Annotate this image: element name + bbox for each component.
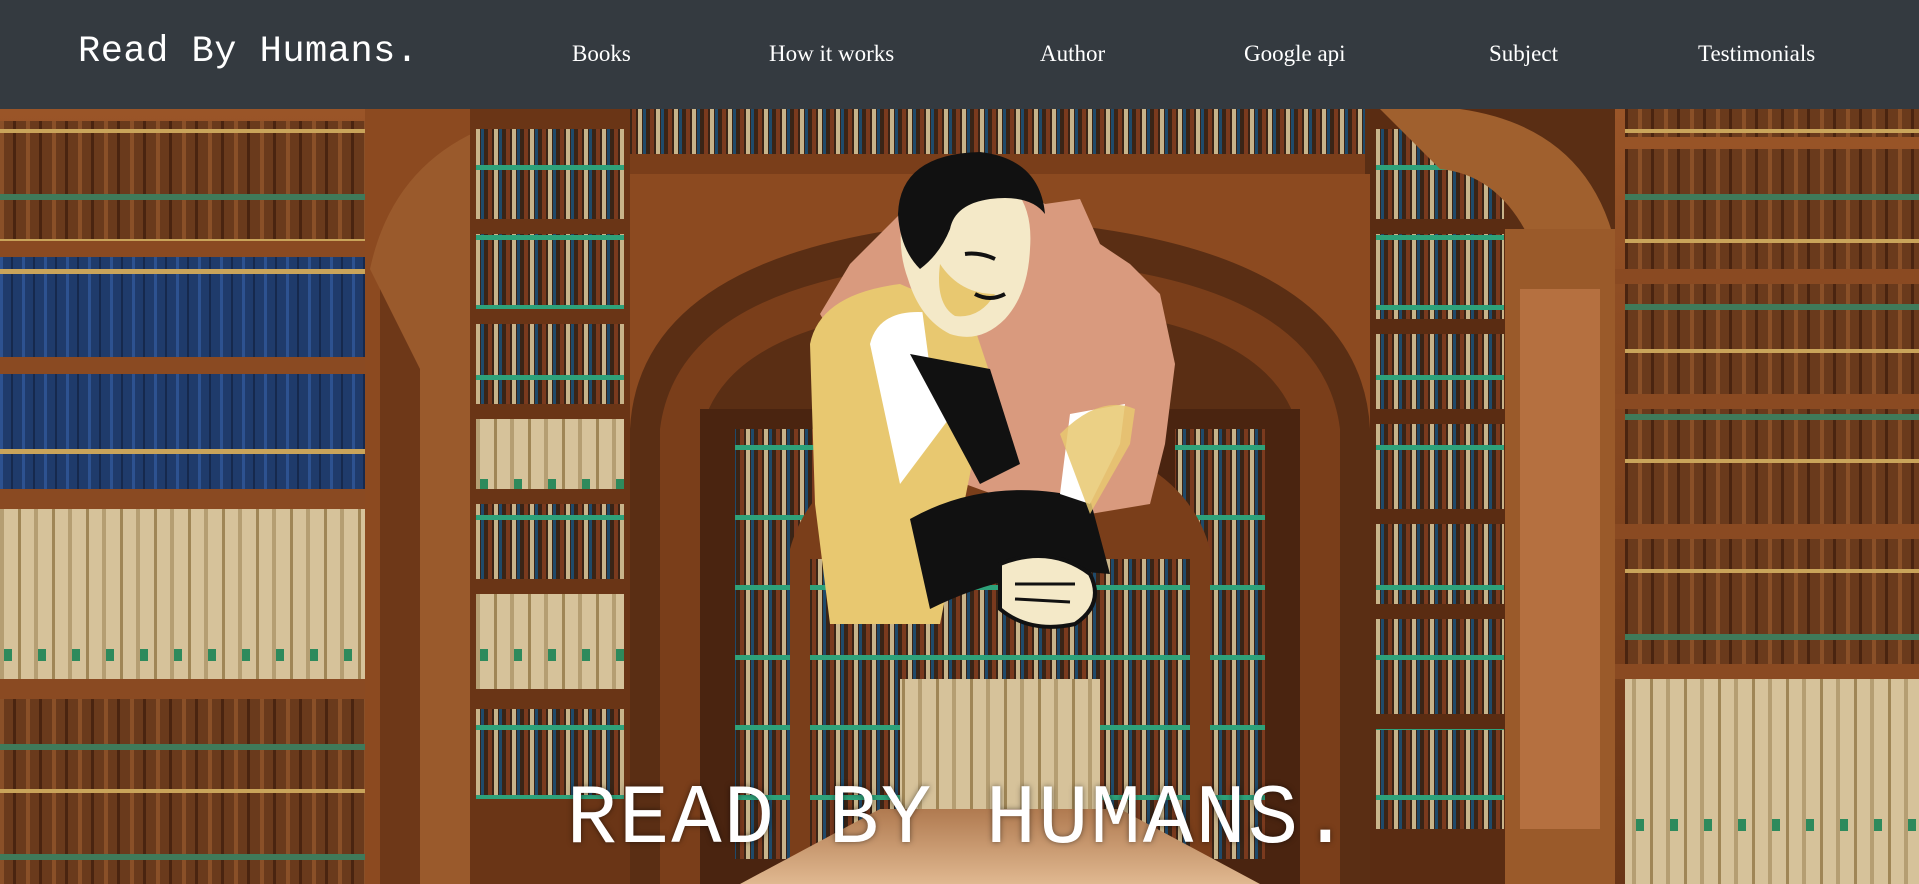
nav-link-testimonials[interactable]: Testimonials [1698, 42, 1815, 65]
top-navbar: Read By Humans. Books How it works Autho… [0, 0, 1919, 109]
nav-link-books[interactable]: Books [572, 42, 631, 65]
hero-title: READ BY HUMANS. [566, 773, 1353, 868]
man-reading-illustration [810, 152, 1175, 629]
brand-logo-link[interactable]: Read By Humans. [78, 34, 419, 71]
nav-link-author[interactable]: Author [1040, 42, 1105, 65]
hero-section: READ BY HUMANS. [0, 109, 1919, 884]
nav-link-google-api[interactable]: Google api [1244, 42, 1346, 65]
nav-link-subject[interactable]: Subject [1489, 42, 1558, 65]
nav-link-how-it-works[interactable]: How it works [769, 42, 894, 65]
